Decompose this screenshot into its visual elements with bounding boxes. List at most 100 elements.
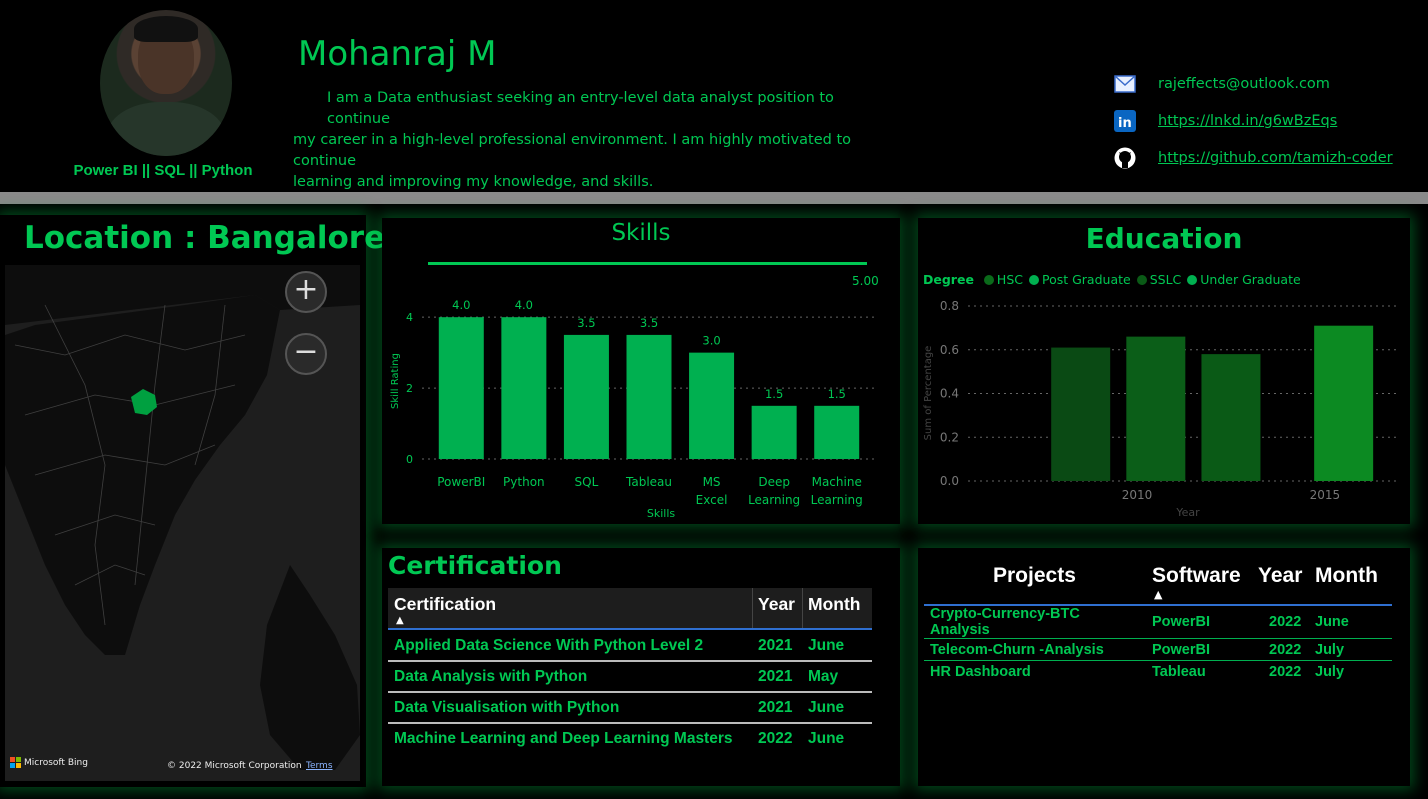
proj-col-year[interactable]: Year: [1258, 564, 1302, 588]
profile-name: Mohanraj M: [298, 34, 497, 74]
bar[interactable]: [626, 334, 672, 459]
contact-linkedin[interactable]: in https://lnkd.in/g6wBzEqs: [1114, 109, 1337, 133]
data-label: 3.5: [640, 316, 658, 330]
project-name: Telecom-Churn -Analysis: [924, 638, 1146, 661]
sort-asc-icon: ▲: [1154, 588, 1163, 601]
profile-tagline: Power BI || SQL || Python: [73, 162, 253, 179]
y-tick-label: 2: [406, 382, 413, 395]
y-tick-label: 4: [406, 311, 413, 324]
y-tick-label: 0: [406, 453, 413, 466]
bar[interactable]: [689, 352, 735, 459]
cert-month: June: [802, 631, 872, 662]
x-tick-label: Learning: [748, 493, 800, 507]
linkedin-link[interactable]: https://lnkd.in/g6wBzEqs: [1158, 113, 1337, 129]
bar[interactable]: [1126, 336, 1186, 481]
y-axis-label: Sum of Percentage: [923, 346, 934, 441]
cert-month: June: [808, 729, 845, 747]
cert-col-month[interactable]: Month: [808, 594, 860, 615]
proj-col-month[interactable]: Month: [1315, 564, 1378, 588]
project-software: PowerBI: [1146, 606, 1263, 639]
projects-header: Projects Software ▲ Year Month: [924, 560, 1392, 606]
project-software: Tableau: [1152, 663, 1206, 680]
linkedin-icon: in: [1114, 110, 1136, 132]
cert-col-certification[interactable]: Certification: [394, 594, 496, 615]
proj-col-projects[interactable]: Projects: [993, 564, 1076, 588]
x-tick-label: SQL: [575, 475, 599, 489]
bing-logo-text: Microsoft Bing: [24, 757, 88, 768]
bio-line: learning and improving my knowledge, and…: [293, 174, 654, 190]
map-view[interactable]: + − Microsoft Bing © 2022 Microsoft Corp…: [5, 265, 360, 781]
map-copyright: © 2022 Microsoft Corporation: [167, 761, 302, 771]
cert-col-year[interactable]: Year: [758, 594, 795, 615]
table-row[interactable]: Applied Data Science With Python Level 2…: [388, 631, 872, 662]
proj-col-software[interactable]: Software: [1152, 564, 1241, 588]
data-label: 1.5: [828, 387, 846, 401]
y-tick-label: 0.6: [940, 343, 959, 357]
table-row[interactable]: Data Visualisation with Python 2021 June: [388, 692, 872, 724]
contact-github[interactable]: https://github.com/tamizh-coder: [1114, 146, 1393, 170]
table-row[interactable]: Machine Learning and Deep Learning Maste…: [388, 723, 872, 753]
zoom-in-button[interactable]: +: [285, 271, 327, 313]
x-tick-label: Deep: [758, 475, 790, 489]
cert-name: Machine Learning and Deep Learning Maste…: [394, 729, 733, 747]
profile-header: Power BI || SQL || Python Mohanraj M I a…: [0, 0, 1428, 192]
github-icon: [1114, 147, 1136, 169]
header-divider: [0, 192, 1428, 204]
bar[interactable]: [751, 405, 797, 459]
education-bar-chart: 0.0 0.2 0.4 0.6 0.8 Sum of Percentage Year 2010…: [923, 299, 1400, 519]
y-axis-label: Skill Rating: [390, 353, 401, 409]
bar[interactable]: [1051, 347, 1111, 481]
skills-chart-area: Skills 5.00 0 2 4 Skill Rating Skills 4.0 Powe…: [382, 218, 900, 524]
project-year: 2022: [1263, 638, 1309, 661]
cert-year: 2021: [752, 631, 802, 662]
x-tick-label: Machine: [812, 475, 862, 489]
cert-year: 2021: [752, 661, 802, 693]
y-tick-label: 0.2: [940, 430, 959, 444]
contact-email[interactable]: rajeffects@outlook.com: [1114, 72, 1330, 96]
cert-name: Data Analysis with Python: [388, 661, 752, 693]
cert-month: May: [802, 661, 872, 693]
svg-text:in: in: [1118, 116, 1132, 131]
microsoft-logo-icon: [10, 757, 21, 768]
certification-title: Certification: [388, 551, 562, 580]
y-tick-label: 0.4: [940, 387, 959, 401]
table-row[interactable]: Crypto-Currency-BTC Analysis PowerBI 202…: [924, 606, 1392, 639]
bar[interactable]: [1201, 354, 1261, 481]
cert-year: 2021: [752, 692, 802, 724]
bar[interactable]: [563, 334, 609, 459]
table-row[interactable]: HR Dashboard Tableau 2022 July: [924, 661, 1392, 683]
bio-line: my career in a high-level professional e…: [293, 132, 852, 169]
table-row[interactable]: Telecom-Churn -Analysis PowerBI 2022 Jul…: [924, 638, 1392, 661]
project-month: June: [1309, 606, 1392, 639]
skills-bar-chart: 0 2 4 Skill Rating Skills 4.0 PowerBI 4.0 Python…: [390, 298, 876, 520]
bar[interactable]: [438, 317, 484, 459]
education-chart-area: Education Degree HSC Post Graduate SSLC Und…: [918, 218, 1410, 524]
bar[interactable]: [1314, 325, 1374, 481]
x-axis-label: Skills: [647, 507, 676, 520]
bar[interactable]: [814, 405, 860, 459]
data-label: 3.5: [577, 316, 595, 330]
map-terms-link[interactable]: Terms: [306, 761, 333, 771]
certification-table: Applied Data Science With Python Level 2…: [388, 631, 872, 753]
avatar: [100, 10, 232, 156]
data-label: 4.0: [452, 298, 470, 312]
email-text: rajeffects@outlook.com: [1158, 76, 1330, 92]
zoom-out-button[interactable]: −: [285, 333, 327, 375]
project-year: 2022: [1269, 663, 1302, 680]
cert-month: June: [802, 692, 872, 724]
x-tick-label: Excel: [696, 493, 728, 507]
bar[interactable]: [501, 317, 547, 459]
sort-asc-icon: ▲: [396, 615, 404, 626]
data-label: 4.0: [515, 298, 533, 312]
project-name: Crypto-Currency-BTC Analysis: [924, 606, 1146, 639]
location-title: Location : Bangalore: [24, 220, 386, 256]
table-row[interactable]: Data Analysis with Python 2021 May: [388, 661, 872, 693]
github-link[interactable]: https://github.com/tamizh-coder: [1158, 150, 1393, 166]
x-tick-label: MS: [703, 475, 721, 489]
mail-icon: [1114, 73, 1136, 95]
data-label: 3.0: [702, 334, 720, 348]
x-tick-label: 2015: [1310, 488, 1341, 502]
cert-year: 2022: [758, 729, 793, 747]
x-tick-label: Tableau: [625, 475, 672, 489]
profile-bio: I am a Data enthusiast seeking an entry-…: [293, 88, 893, 193]
